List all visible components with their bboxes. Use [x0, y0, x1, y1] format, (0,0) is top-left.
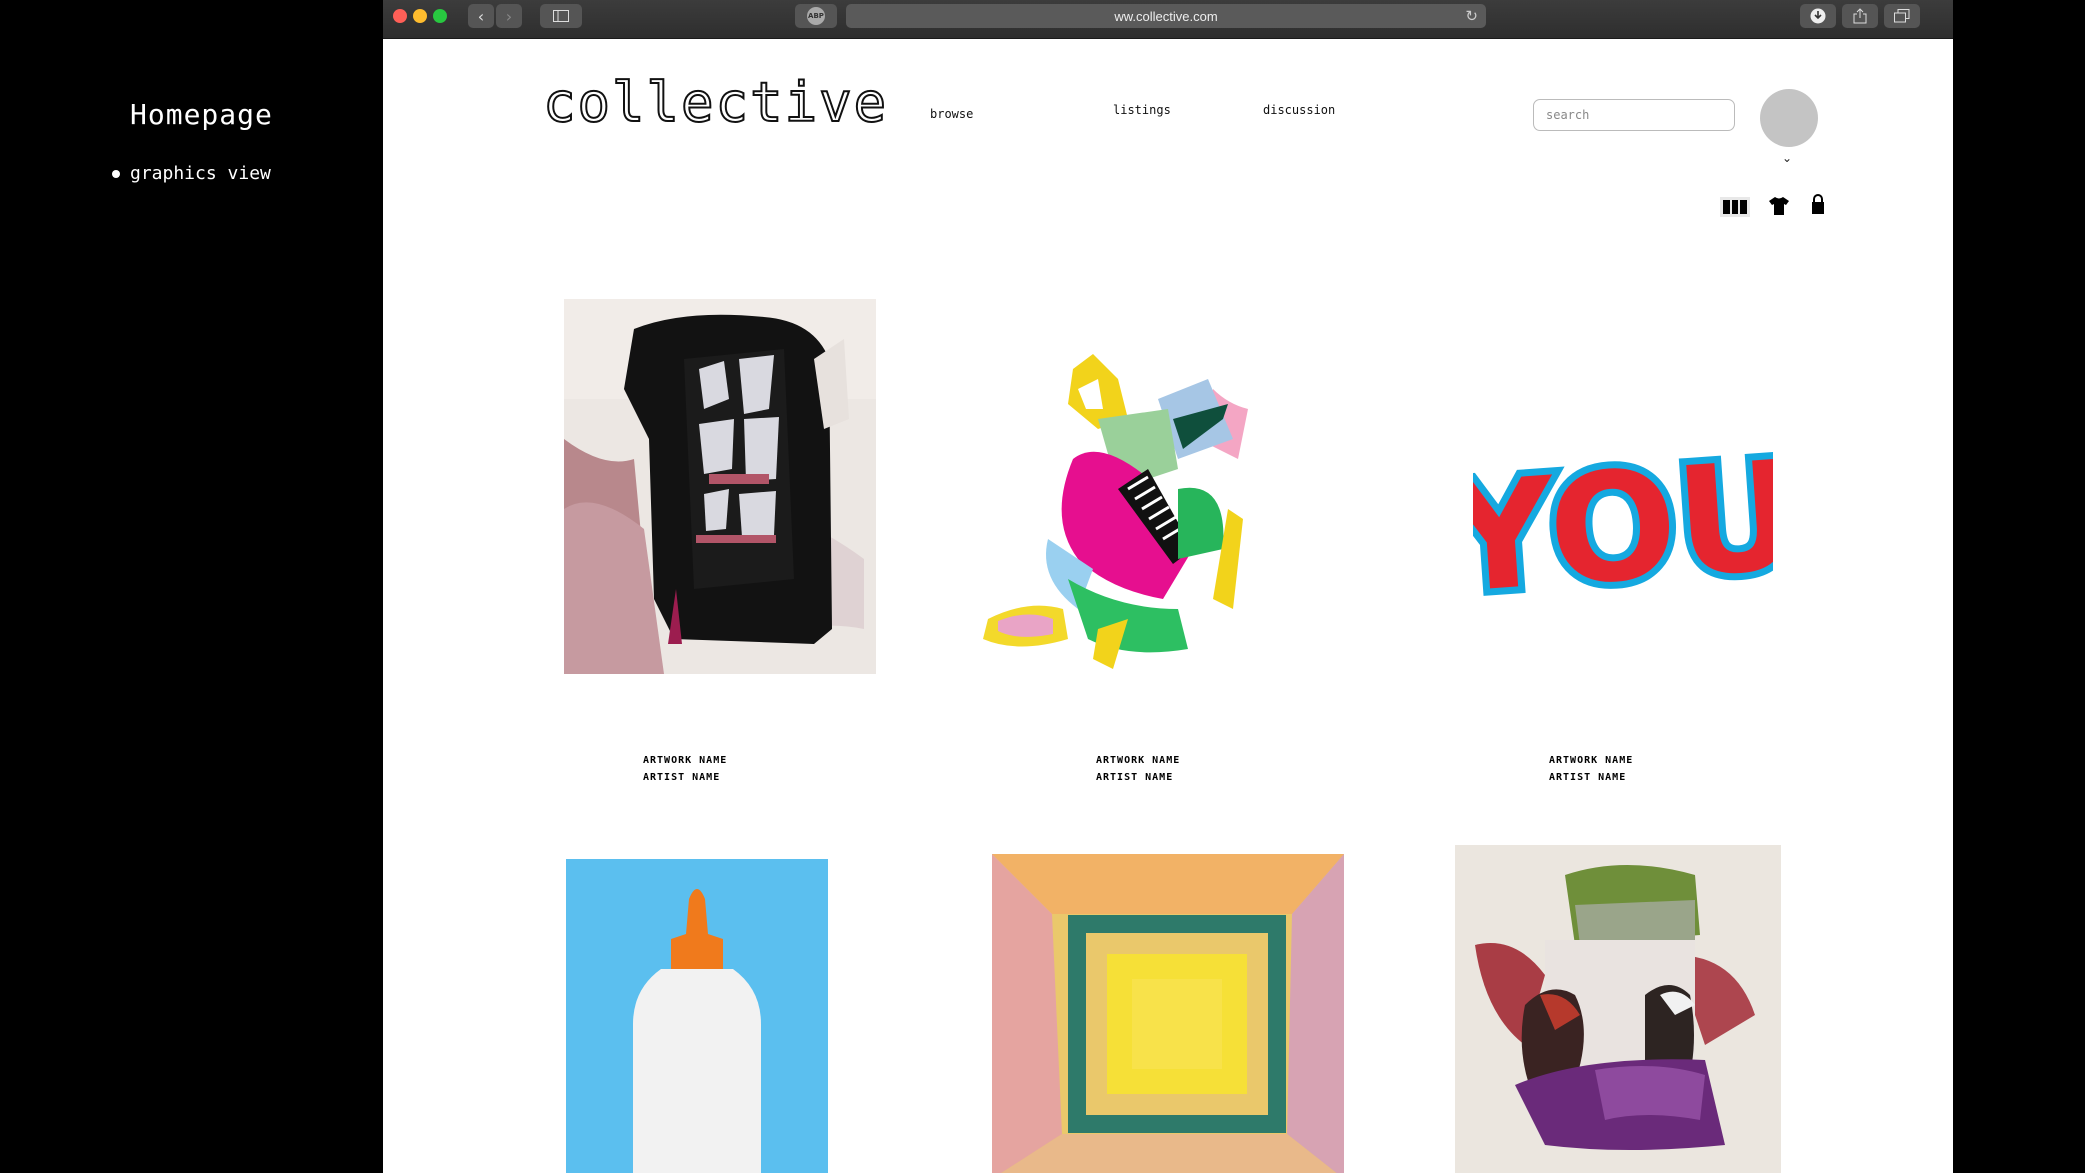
you-lettering: YOU [1473, 429, 1773, 627]
artist-name[interactable]: ARTIST NAME [1549, 769, 1633, 786]
artwork-name[interactable]: ARTWORK NAME [1549, 752, 1633, 769]
reload-icon[interactable]: ↻ [1465, 7, 1478, 25]
artwork-name[interactable]: ARTWORK NAME [1096, 752, 1180, 769]
artwork-caption-2: ARTWORK NAME ARTIST NAME [1096, 752, 1180, 786]
back-icon[interactable]: ‹ [468, 4, 494, 28]
tabs-overview-icon[interactable] [1884, 4, 1920, 28]
web-page: collective browse listings discussion ⌄ [383, 39, 1953, 1173]
artwork-caption-3: ARTWORK NAME ARTIST NAME [1549, 752, 1633, 786]
downloads-icon[interactable] [1800, 4, 1836, 28]
share-icon[interactable] [1842, 4, 1878, 28]
browser-toolbar: ‹ › ABP ww.collective.com ↻ [383, 0, 1953, 39]
annotation-item: graphics view [112, 163, 271, 184]
close-window-button[interactable] [393, 9, 407, 23]
artwork-image-6[interactable] [1455, 845, 1781, 1173]
shirt-icon[interactable] [1768, 196, 1790, 220]
artwork-caption-1: ARTWORK NAME ARTIST NAME [643, 752, 727, 786]
artist-name[interactable]: ARTIST NAME [643, 769, 727, 786]
url-text: ww.collective.com [1114, 8, 1218, 24]
annotation-item-label: graphics view [130, 163, 271, 184]
artwork-image-2[interactable] [978, 309, 1278, 679]
adblock-label: ABP [807, 7, 825, 25]
artwork-image-3[interactable]: YOU [1431, 422, 1811, 634]
nav-listings[interactable]: listings [1113, 103, 1171, 117]
annotation-title: Homepage [130, 98, 273, 131]
forward-icon[interactable]: › [496, 4, 522, 28]
artwork-image-5[interactable] [992, 854, 1344, 1173]
grid-view-icon[interactable] [1720, 197, 1750, 217]
artwork-image-1[interactable] [564, 299, 876, 674]
artwork-name[interactable]: ARTWORK NAME [643, 752, 727, 769]
nav-browse[interactable]: browse [930, 107, 973, 121]
collective-logo[interactable]: collective [542, 70, 888, 135]
zoom-window-button[interactable] [433, 9, 447, 23]
lock-bag-icon[interactable] [1811, 193, 1825, 219]
minimize-window-button[interactable] [413, 9, 427, 23]
bullet-icon [112, 169, 120, 178]
artist-name[interactable]: ARTIST NAME [1096, 769, 1180, 786]
search-input[interactable] [1533, 99, 1735, 131]
artwork-image-4[interactable] [566, 859, 828, 1173]
address-bar[interactable]: ww.collective.com ↻ [846, 4, 1486, 28]
sidebar-toggle-icon[interactable] [540, 4, 582, 28]
chevron-down-icon[interactable]: ⌄ [1782, 151, 1792, 165]
avatar[interactable] [1760, 89, 1818, 147]
adblock-extension-button[interactable]: ABP [795, 4, 837, 28]
nav-discussion[interactable]: discussion [1263, 103, 1335, 117]
